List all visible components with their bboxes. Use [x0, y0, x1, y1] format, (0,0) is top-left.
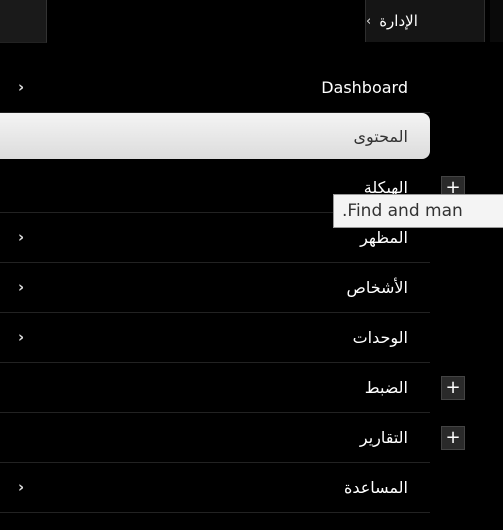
admin-menu-tab[interactable]: الإدارة › — [365, 0, 485, 42]
menu-item-reports[interactable]: التقارير — [0, 414, 430, 463]
menu-item-label: التقارير — [359, 428, 408, 447]
chevron-right-icon: › — [366, 13, 372, 29]
menu-item-label: المظهر — [360, 228, 408, 247]
top-left-panel — [0, 0, 47, 43]
chevron-right-icon[interactable]: › — [18, 278, 24, 296]
chevron-right-icon[interactable]: › — [18, 78, 24, 96]
menu-item-label: الوحدات — [352, 328, 408, 347]
expand-configuration-button[interactable]: + — [441, 376, 465, 400]
tooltip-text: .Find and man — [342, 201, 463, 221]
expand-reports-button[interactable]: + — [441, 426, 465, 450]
tooltip: .Find and man — [333, 194, 503, 228]
menu-item-modules[interactable]: الوحدات › — [0, 314, 430, 363]
menu-item-label: المحتوى — [353, 127, 408, 146]
chevron-right-icon[interactable]: › — [18, 478, 24, 496]
chevron-right-icon[interactable]: › — [18, 228, 24, 246]
menu-item-label: الضبط — [364, 378, 408, 397]
menu-item-label: Dashboard — [321, 78, 408, 97]
menu-item-dashboard[interactable]: Dashboard › — [0, 64, 430, 113]
menu-item-label: الأشخاص — [346, 278, 408, 297]
top-bar: الإدارة › — [0, 0, 503, 44]
admin-menu-title: الإدارة — [379, 12, 418, 30]
menu-item-label: المساعدة — [343, 478, 408, 497]
menu-item-people[interactable]: الأشخاص › — [0, 264, 430, 313]
menu-item-content[interactable]: المحتوى — [0, 113, 430, 159]
top-edge — [490, 0, 503, 42]
menu-item-help[interactable]: المساعدة › — [0, 464, 430, 513]
menu-item-configuration[interactable]: الضبط — [0, 364, 430, 413]
chevron-right-icon[interactable]: › — [18, 328, 24, 346]
